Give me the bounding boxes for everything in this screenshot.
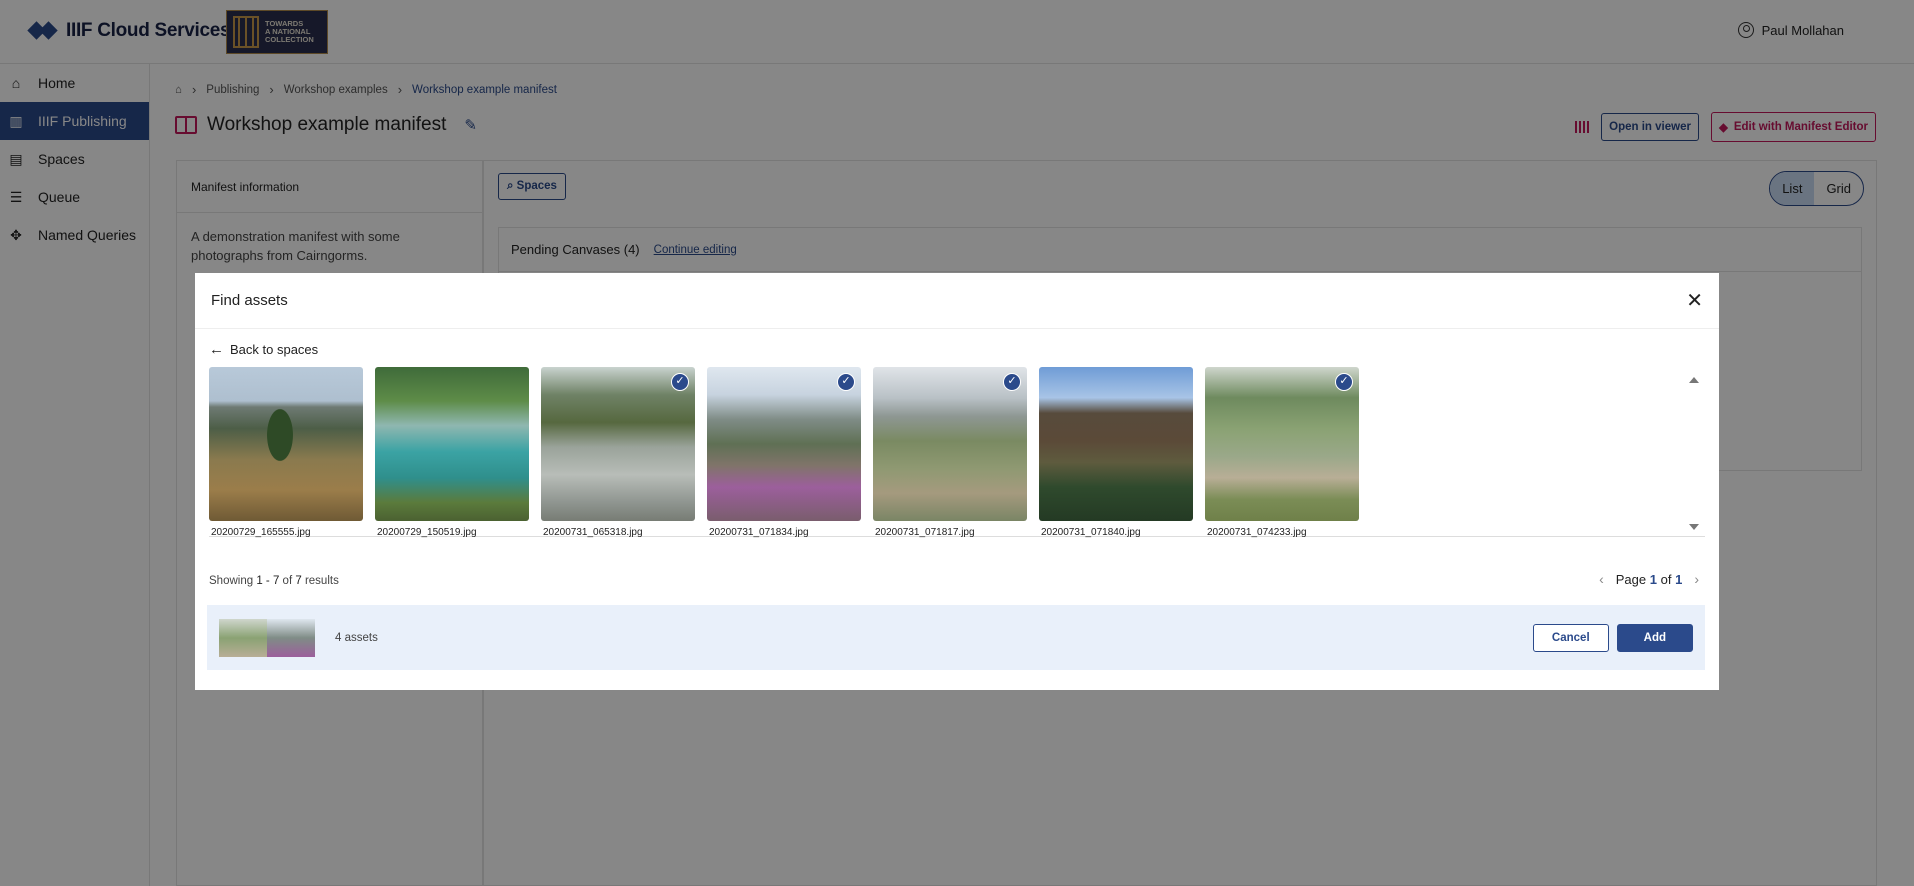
modal-title: Find assets <box>211 292 288 309</box>
page-word: Page <box>1615 571 1647 587</box>
page-total: 1 <box>1675 571 1683 587</box>
check-icon[interactable]: ✓ <box>671 373 689 391</box>
asset-tile[interactable]: 20200731_071840.jpg <box>1039 367 1193 538</box>
selected-thumbnails <box>219 618 315 657</box>
page-indicator: Page 1 of 1 <box>1616 572 1683 587</box>
arrow-left-icon: ← <box>209 341 224 358</box>
find-assets-modal: Find assets ✕ ← Back to spaces 20200729_… <box>195 273 1719 690</box>
scroll-down-icon[interactable] <box>1689 524 1699 530</box>
asset-thumbnail <box>1039 367 1193 521</box>
asset-thumbnail: ✓ <box>873 367 1027 521</box>
modal-header: Find assets ✕ <box>195 273 1719 329</box>
asset-filename: 20200731_071834.jpg <box>709 527 809 538</box>
selected-thumbnail <box>267 618 315 657</box>
back-to-spaces-label: Back to spaces <box>230 342 319 357</box>
asset-thumbnail <box>209 367 363 521</box>
asset-filename: 20200729_165555.jpg <box>211 527 311 538</box>
asset-tile[interactable]: ✓ 20200731_065318.jpg <box>541 367 695 538</box>
asset-filename: 20200731_065318.jpg <box>543 527 643 538</box>
asset-filename: 20200731_074233.jpg <box>1207 527 1307 538</box>
selection-bar: 4 assets Cancel Add <box>207 605 1705 670</box>
results-of: of <box>282 575 293 587</box>
asset-thumbnail: ✓ <box>707 367 861 521</box>
results-total: 7 <box>295 575 302 587</box>
asset-filename: 20200731_071817.jpg <box>875 527 975 538</box>
asset-thumbnail: ✓ <box>1205 367 1359 521</box>
back-to-spaces-link[interactable]: ← Back to spaces <box>209 341 318 358</box>
check-icon[interactable]: ✓ <box>1335 373 1353 391</box>
asset-tile[interactable]: ✓ 20200731_074233.jpg <box>1205 367 1359 538</box>
asset-tile[interactable]: ✓ 20200731_071834.jpg <box>707 367 861 538</box>
page-current: 1 <box>1649 571 1657 587</box>
results-summary: Showing 1 - 7 of 7 results <box>209 575 339 587</box>
results-suffix: results <box>304 575 339 587</box>
results-range: 1 - 7 <box>256 575 280 587</box>
chevron-left-icon[interactable]: ‹ <box>1599 571 1604 587</box>
check-icon[interactable]: ✓ <box>837 373 855 391</box>
asset-thumbnail <box>375 367 529 521</box>
results-prefix: Showing <box>209 575 254 587</box>
selected-thumbnail <box>219 618 267 657</box>
pagination: ‹ Page 1 of 1 › <box>1599 571 1699 587</box>
selected-assets-count: 4 assets <box>335 631 378 644</box>
close-icon[interactable]: ✕ <box>1686 291 1703 311</box>
selection-actions: Cancel Add <box>1532 623 1693 652</box>
asset-filename: 20200731_071840.jpg <box>1041 527 1141 538</box>
asset-thumbnail: ✓ <box>541 367 695 521</box>
asset-tile[interactable]: 20200729_165555.jpg <box>209 367 363 538</box>
asset-tile[interactable]: ✓ 20200731_071817.jpg <box>873 367 1027 538</box>
scroll-up-icon[interactable] <box>1689 377 1699 383</box>
assets-grid: 20200729_165555.jpg 20200729_150519.jpg … <box>209 367 1705 538</box>
check-icon[interactable]: ✓ <box>1003 373 1021 391</box>
page-of: of <box>1660 571 1672 587</box>
cancel-button[interactable]: Cancel <box>1532 623 1609 652</box>
add-button[interactable]: Add <box>1616 623 1693 652</box>
asset-filename: 20200729_150519.jpg <box>377 527 477 538</box>
chevron-right-icon[interactable]: › <box>1694 571 1699 587</box>
asset-tile[interactable]: 20200729_150519.jpg <box>375 367 529 538</box>
